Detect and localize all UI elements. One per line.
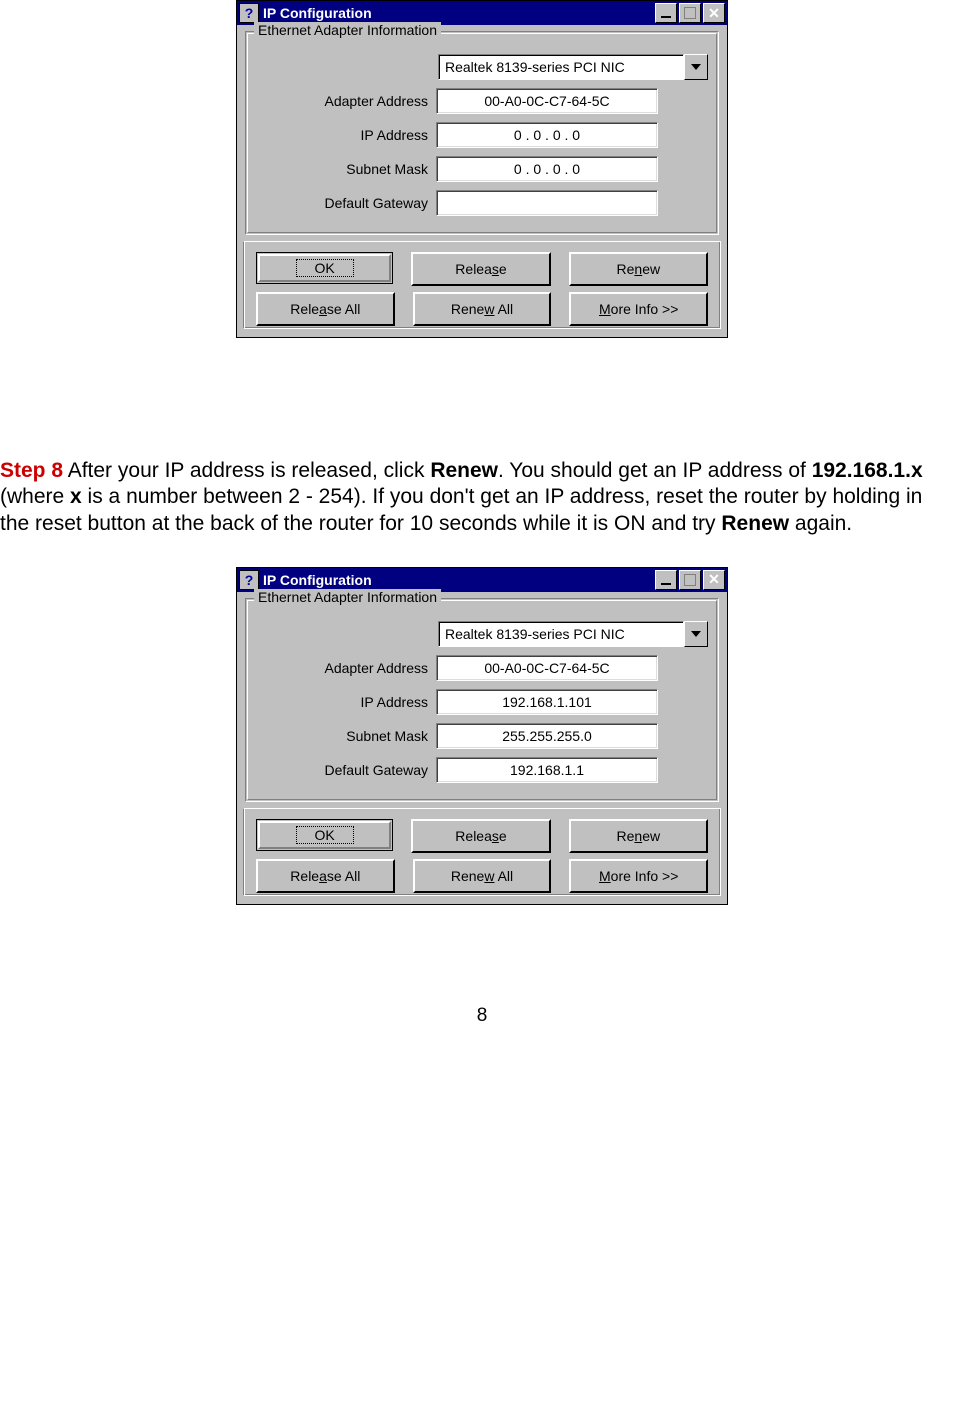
default-gateway-value: 192.168.1.1 [436,757,658,783]
adapter-info-group: Ethernet Adapter Information Realtek 813… [245,598,719,802]
release-button[interactable]: Release [411,819,550,853]
release-all-button[interactable]: Release All [256,859,395,893]
button-bar: OK Release Renew Release All Renew All [243,241,721,329]
ok-button[interactable]: OK [256,819,393,851]
ip-address-value: 0 . 0 . 0 . 0 [436,122,658,148]
help-icon: ? [239,3,259,23]
renew-button[interactable]: Renew [569,252,708,286]
adapter-combo[interactable]: Realtek 8139-series PCI NIC [438,621,708,647]
step-label: Step 8 [0,459,63,482]
group-title: Ethernet Adapter Information [254,22,441,38]
default-gateway-label: Default Gateway [258,195,436,211]
more-info-button[interactable]: More Info >> [569,292,708,326]
ip-config-dialog-2: ? IP Configuration ✕ Ethernet Adapter In… [236,567,728,905]
group-title: Ethernet Adapter Information [254,589,441,605]
subnet-mask-label: Subnet Mask [258,728,436,744]
close-button[interactable]: ✕ [703,3,725,23]
window-title: IP Configuration [263,5,655,21]
step-paragraph: Step 8 After your IP address is released… [0,458,964,537]
close-button[interactable]: ✕ [703,570,725,590]
subnet-mask-label: Subnet Mask [258,161,436,177]
subnet-mask-value: 0 . 0 . 0 . 0 [436,156,658,182]
default-gateway-value [436,190,658,216]
button-bar: OK Release Renew Release All Renew All [243,808,721,896]
maximize-button [679,3,701,23]
window-title: IP Configuration [263,572,655,588]
ip-address-label: IP Address [258,127,436,143]
adapter-combo-value: Realtek 8139-series PCI NIC [438,54,684,80]
maximize-button [679,570,701,590]
chevron-down-icon[interactable] [684,54,708,80]
default-gateway-label: Default Gateway [258,762,436,778]
adapter-address-label: Adapter Address [258,93,436,109]
more-info-button[interactable]: More Info >> [569,859,708,893]
ip-config-dialog-1: ? IP Configuration ✕ Ethernet Adapter In… [236,0,728,338]
ip-address-label: IP Address [258,694,436,710]
subnet-mask-value: 255.255.255.0 [436,723,658,749]
adapter-address-value: 00-A0-0C-C7-64-5C [436,88,658,114]
adapter-address-value: 00-A0-0C-C7-64-5C [436,655,658,681]
chevron-down-icon[interactable] [684,621,708,647]
adapter-combo-value: Realtek 8139-series PCI NIC [438,621,684,647]
release-button[interactable]: Release [411,252,550,286]
minimize-button[interactable] [655,570,677,590]
minimize-button[interactable] [655,3,677,23]
help-icon: ? [239,570,259,590]
renew-all-button[interactable]: Renew All [413,292,552,326]
page-number: 8 [0,1005,964,1027]
renew-button[interactable]: Renew [569,819,708,853]
renew-all-button[interactable]: Renew All [413,859,552,893]
adapter-combo[interactable]: Realtek 8139-series PCI NIC [438,54,708,80]
ip-address-value: 192.168.1.101 [436,689,658,715]
ok-button[interactable]: OK [256,252,393,284]
adapter-address-label: Adapter Address [258,660,436,676]
adapter-info-group: Ethernet Adapter Information Realtek 813… [245,31,719,235]
release-all-button[interactable]: Release All [256,292,395,326]
